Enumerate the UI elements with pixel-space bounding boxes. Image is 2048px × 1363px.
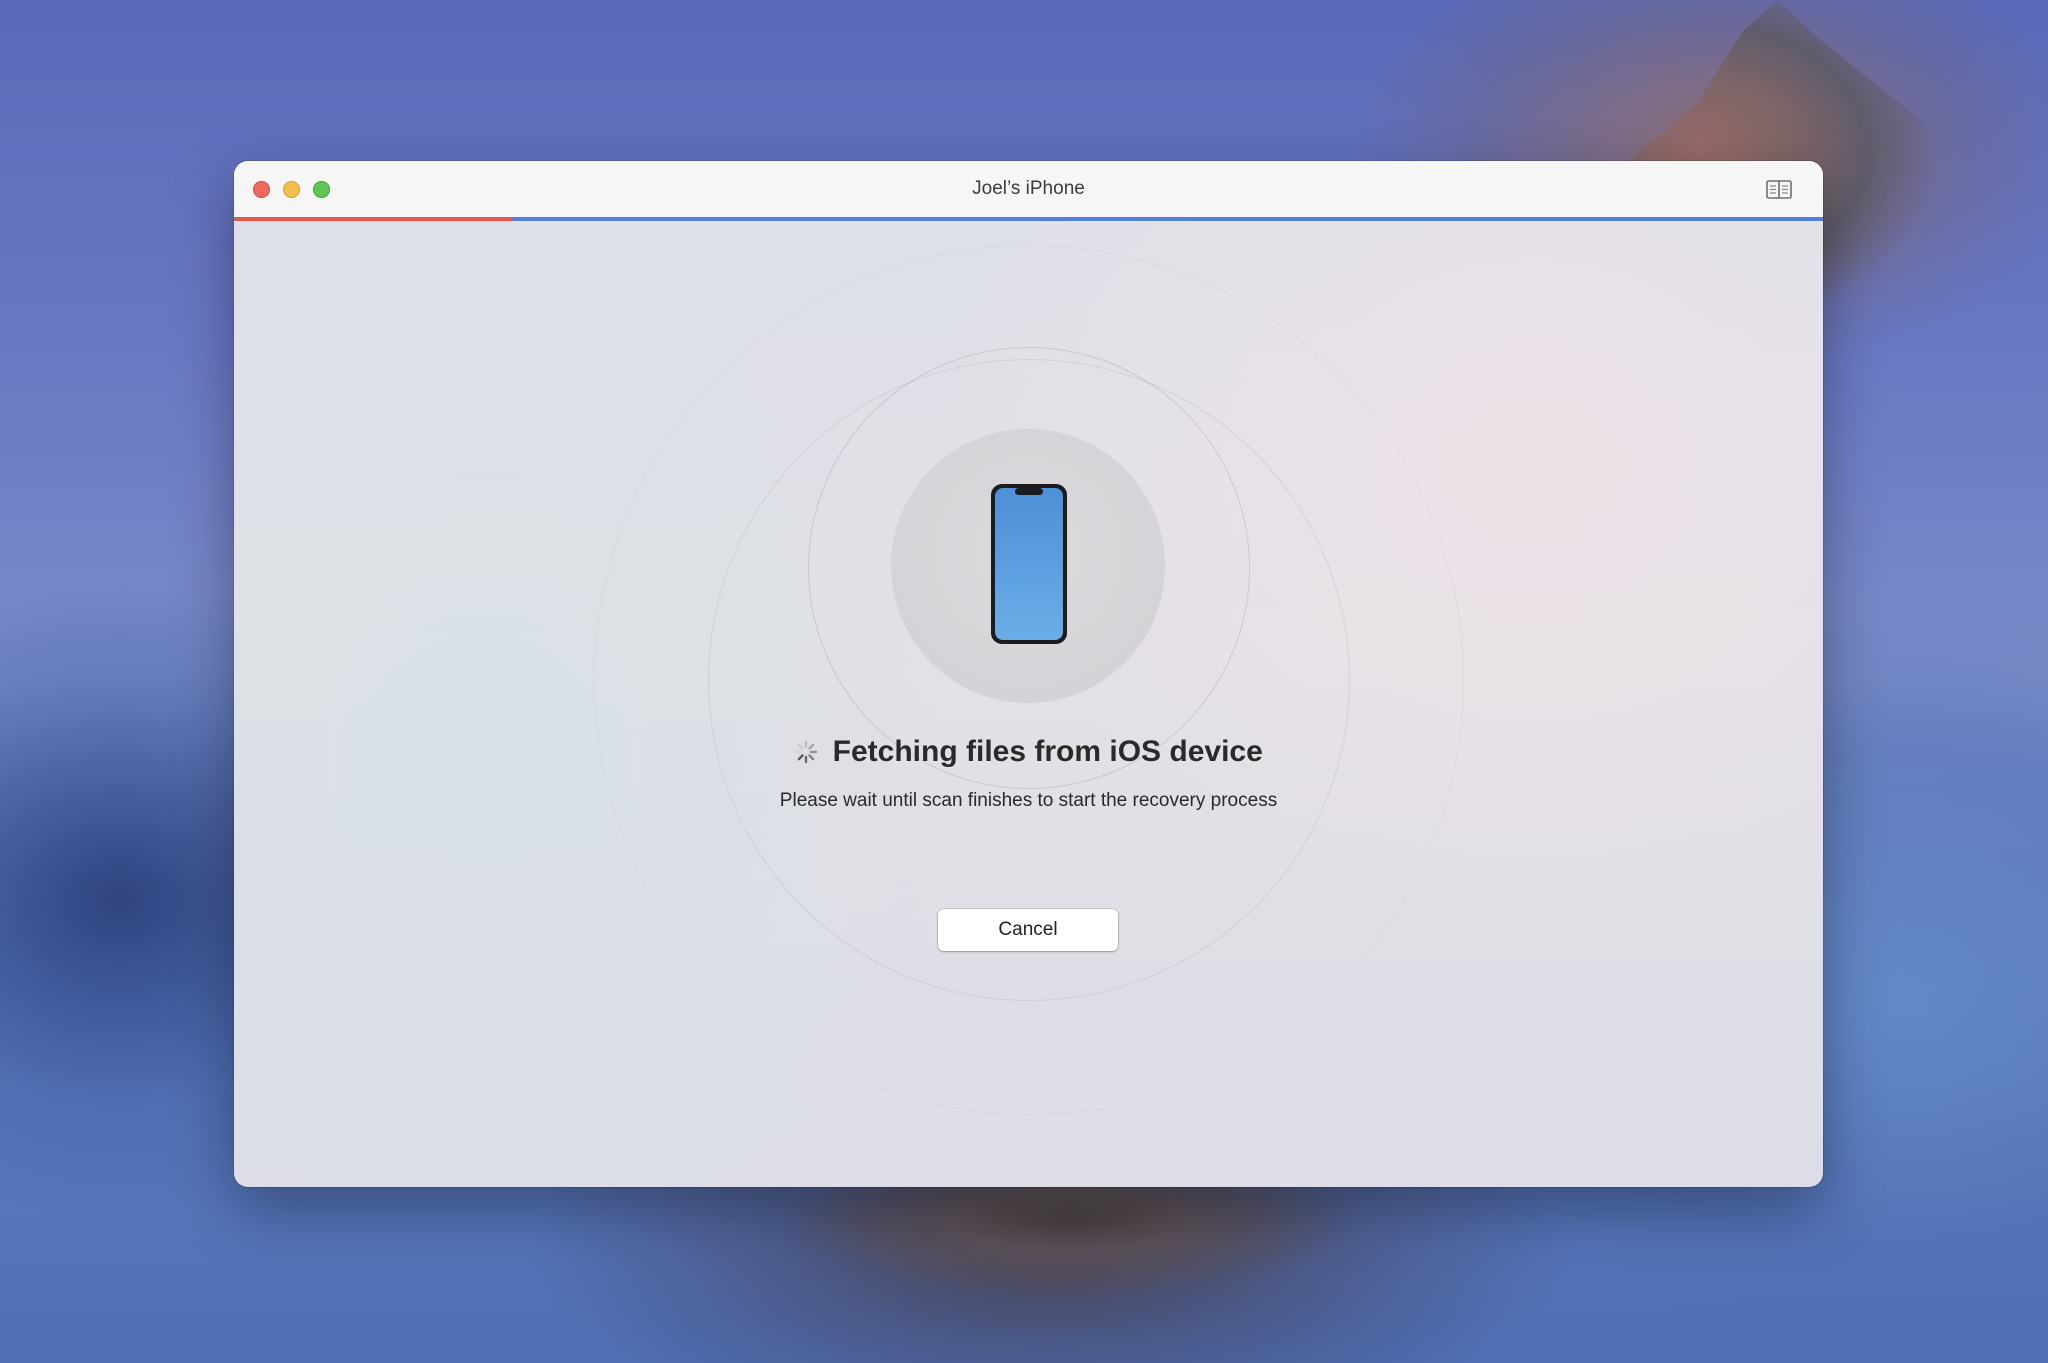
cancel-button[interactable]: Cancel: [938, 909, 1118, 951]
status-subtitle: Please wait until scan finishes to start…: [779, 790, 1278, 811]
title-bar[interactable]: Joel’s iPhone: [234, 161, 1823, 217]
wallpaper-rock-bottom: [780, 1180, 1360, 1330]
spinner-icon: [795, 740, 818, 764]
status-heading: Fetching files from iOS device: [832, 735, 1263, 768]
scan-progress-fill: [234, 217, 513, 221]
window-title: Joel’s iPhone: [972, 178, 1085, 199]
book-icon[interactable]: [1766, 180, 1792, 199]
app-window: Joel’s iPhone Fetching files from iOS de…: [234, 161, 1823, 1187]
scan-progress-bar: [234, 217, 1823, 221]
iphone-icon: [991, 484, 1067, 644]
status-heading-row: Fetching files from iOS device: [234, 735, 1823, 779]
